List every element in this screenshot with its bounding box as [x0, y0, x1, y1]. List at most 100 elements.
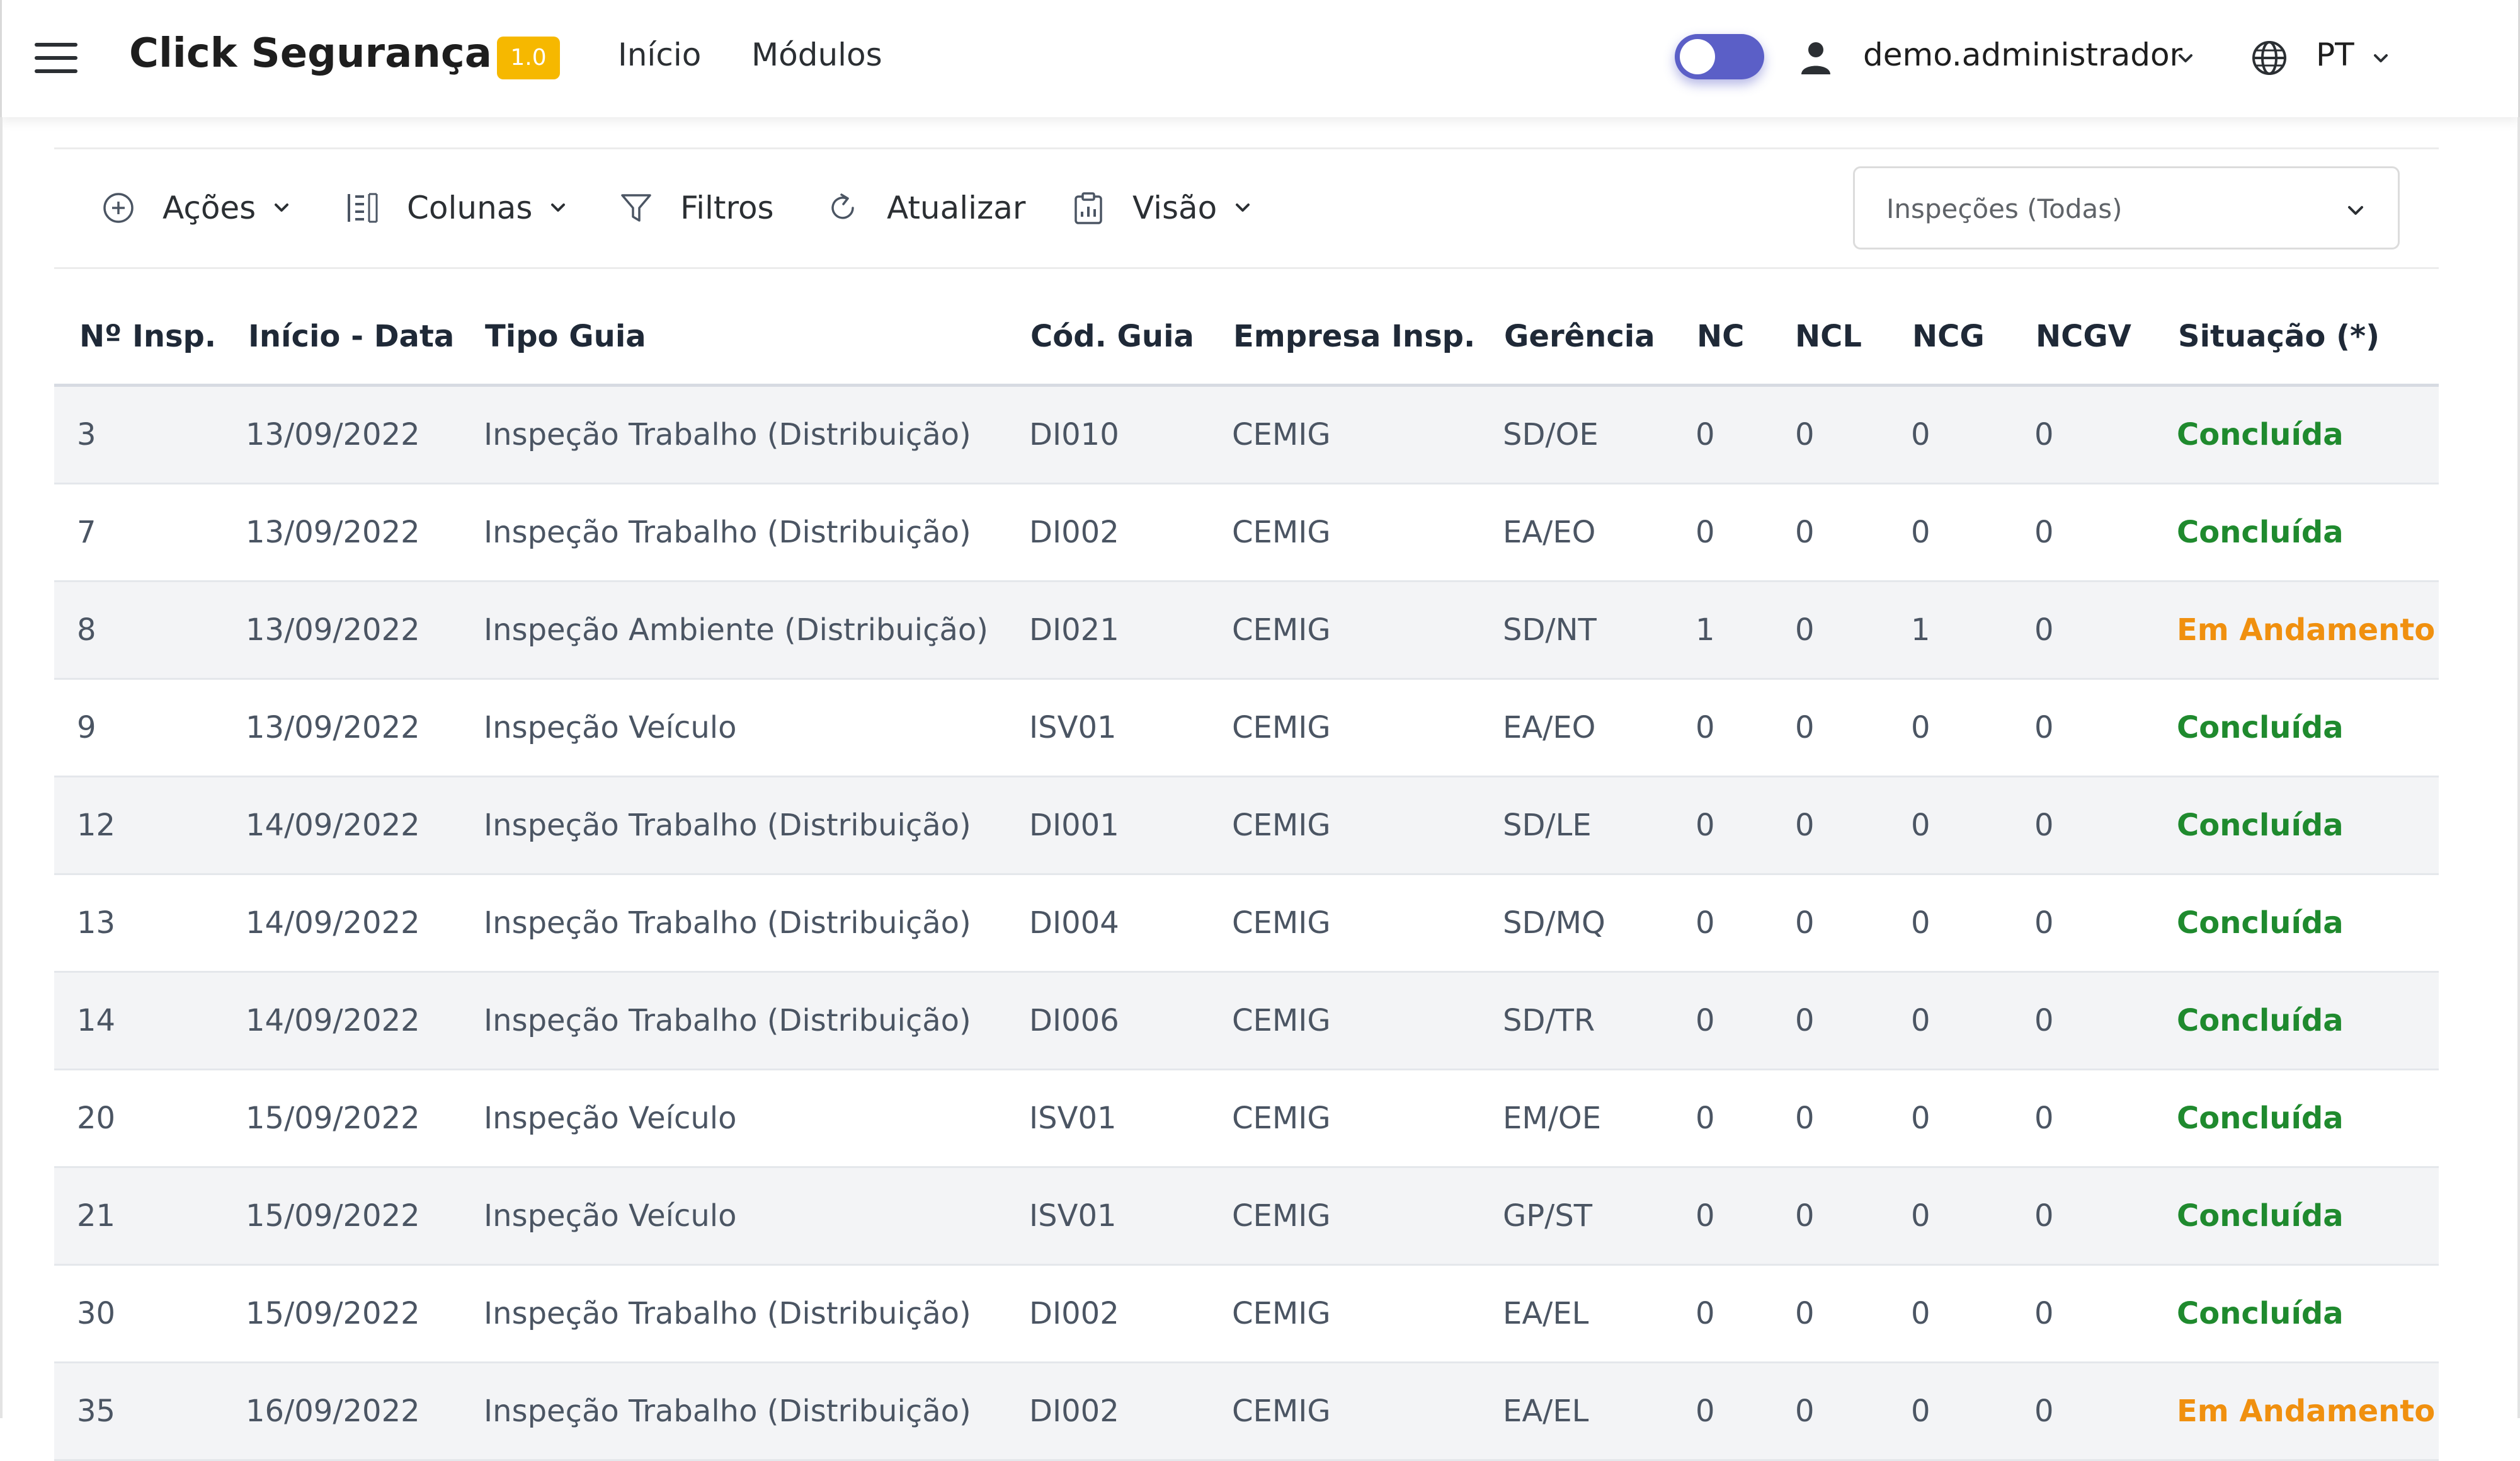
column-header[interactable]: Início - Data — [248, 319, 454, 354]
cell-insp-number: 20 — [77, 1101, 116, 1136]
view-button[interactable]: Visão — [1071, 183, 1252, 233]
cell-nc: 0 — [1696, 808, 1715, 843]
cell-ncg: 0 — [1911, 710, 1930, 745]
cell-ncgv: 0 — [2034, 1296, 2054, 1331]
app-title[interactable]: Click Segurança — [129, 30, 492, 77]
cell-guide-code: ISV01 — [1029, 1101, 1117, 1136]
cell-company: CEMIG — [1232, 1394, 1331, 1429]
status-badge: Concluída — [2177, 905, 2344, 941]
cell-management: SD/MQ — [1503, 905, 1605, 941]
cell-insp-number: 13 — [77, 905, 116, 941]
refresh-button[interactable]: Atualizar — [825, 183, 1025, 233]
cell-company: CEMIG — [1232, 612, 1331, 648]
cell-guide-code: DI006 — [1029, 1003, 1119, 1038]
cell-guide-type: Inspeção Trabalho (Distribuição) — [484, 808, 971, 843]
refresh-label: Atualizar — [887, 190, 1026, 226]
cell-nc: 1 — [1696, 612, 1715, 648]
chevron-down-icon[interactable] — [2371, 49, 2390, 68]
column-header[interactable]: Nº Insp. — [79, 319, 216, 354]
cell-ncg: 0 — [1911, 515, 1930, 550]
filters-button[interactable]: Filtros — [619, 183, 774, 233]
column-header[interactable]: NC — [1697, 319, 1744, 354]
cell-nc: 0 — [1696, 515, 1715, 550]
table-row[interactable]: 9 13/09/2022 Inspeção Veículo ISV01 CEMIG EA/… — [54, 680, 2439, 777]
refresh-icon — [831, 193, 854, 219]
cell-guide-code: ISV01 — [1029, 710, 1117, 745]
cell-nc: 0 — [1696, 1296, 1715, 1331]
cell-company: CEMIG — [1232, 1198, 1331, 1234]
cell-ncl: 0 — [1795, 1394, 1815, 1429]
cell-insp-number: 12 — [77, 808, 116, 843]
divider — [54, 267, 2439, 269]
table-row[interactable]: 30 15/09/2022 Inspeção Trabalho (Distribui… — [54, 1266, 2439, 1363]
chevron-down-icon — [551, 203, 566, 212]
table-row[interactable]: 13 14/09/2022 Inspeção Trabalho (Distribui… — [54, 875, 2439, 973]
chevron-down-icon — [275, 203, 289, 212]
cell-guide-code: DI002 — [1029, 1296, 1119, 1331]
cell-ncl: 0 — [1795, 710, 1815, 745]
language-selector[interactable]: PT — [2316, 37, 2354, 73]
cell-insp-number: 30 — [77, 1296, 116, 1331]
column-header[interactable]: Cód. Guia — [1030, 319, 1194, 354]
cell-start-date: 13/09/2022 — [246, 710, 420, 745]
cell-ncgv: 0 — [2034, 1101, 2054, 1136]
column-header[interactable]: Tipo Guia — [485, 319, 646, 354]
table-row[interactable]: 14 14/09/2022 Inspeção Trabalho (Distribui… — [54, 973, 2439, 1070]
cell-ncg: 0 — [1911, 1003, 1930, 1038]
cell-guide-code: DI004 — [1029, 905, 1119, 941]
filters-label: Filtros — [680, 190, 774, 226]
select-value: Inspeções (Todas) — [1886, 193, 2123, 224]
column-header[interactable]: Situação (*) — [2178, 319, 2380, 354]
nav-link-home[interactable]: Início — [618, 37, 701, 73]
column-header[interactable]: Empresa Insp. — [1233, 319, 1475, 354]
status-badge: Concluída — [2177, 1198, 2344, 1234]
cell-insp-number: 7 — [77, 515, 96, 550]
cell-insp-number: 14 — [77, 1003, 116, 1038]
cell-ncgv: 0 — [2034, 515, 2054, 550]
divider — [54, 147, 2439, 149]
cell-guide-type: Inspeção Veículo — [484, 1198, 737, 1234]
table-row[interactable]: 35 16/09/2022 Inspeção Trabalho (Distribui… — [54, 1363, 2439, 1461]
cell-ncl: 0 — [1795, 1003, 1815, 1038]
status-badge: Em Andamento — [2177, 612, 2436, 648]
table-row[interactable]: 3 13/09/2022 Inspeção Trabalho (Distribuiç… — [54, 387, 2439, 484]
inspection-filter-select[interactable]: Inspeções (Todas) — [1853, 166, 2400, 249]
cell-nc: 0 — [1696, 1394, 1715, 1429]
cell-ncg: 1 — [1911, 612, 1930, 648]
status-badge: Concluída — [2177, 808, 2344, 843]
cell-ncl: 0 — [1795, 1198, 1815, 1234]
cell-guide-type: Inspeção Trabalho (Distribuição) — [484, 1296, 971, 1331]
table-row[interactable]: 8 13/09/2022 Inspeção Ambiente (Distribuiç… — [54, 582, 2439, 680]
table-row[interactable]: 21 15/09/2022 Inspeção Veículo ISV01 CEMIG GP… — [54, 1168, 2439, 1266]
columns-button[interactable]: Colunas — [345, 183, 567, 233]
cell-management: SD/LE — [1503, 808, 1592, 843]
cell-ncg: 0 — [1911, 1394, 1930, 1429]
table-row[interactable]: 12 14/09/2022 Inspeção Trabalho (Distribui… — [54, 777, 2439, 875]
chevron-down-icon — [1236, 203, 1250, 212]
column-header[interactable]: Gerência — [1504, 319, 1655, 354]
table-row[interactable]: 7 13/09/2022 Inspeção Trabalho (Distribuiç… — [54, 484, 2439, 582]
cell-start-date: 13/09/2022 — [246, 515, 420, 550]
page-edge-left — [0, 117, 3, 1418]
chevron-down-icon — [2348, 206, 2363, 215]
cell-nc: 0 — [1696, 1198, 1715, 1234]
chevron-down-icon[interactable] — [2176, 49, 2195, 68]
column-header[interactable]: NCG — [1912, 319, 1985, 354]
cell-ncgv: 0 — [2034, 417, 2054, 452]
menu-icon[interactable] — [35, 43, 77, 73]
theme-toggle[interactable] — [1675, 34, 1764, 79]
table-row[interactable]: 20 15/09/2022 Inspeção Veículo ISV01 CEMIG EM… — [54, 1070, 2439, 1168]
column-header[interactable]: NCGV — [2036, 319, 2131, 354]
status-badge: Concluída — [2177, 1003, 2344, 1038]
cell-insp-number: 21 — [77, 1198, 116, 1234]
nav-link-modules[interactable]: Módulos — [751, 37, 882, 73]
cell-company: CEMIG — [1232, 1296, 1331, 1331]
cell-ncl: 0 — [1795, 808, 1815, 843]
user-menu[interactable]: demo.administrador — [1863, 37, 2182, 73]
cell-guide-code: DI002 — [1029, 1394, 1119, 1429]
cell-ncg: 0 — [1911, 1101, 1930, 1136]
cell-ncl: 0 — [1795, 515, 1815, 550]
actions-button[interactable]: Ações — [101, 183, 291, 233]
top-navbar: Click Segurança 1.0 Início Módulos demo.… — [0, 0, 2520, 117]
column-header[interactable]: NCL — [1795, 319, 1862, 354]
